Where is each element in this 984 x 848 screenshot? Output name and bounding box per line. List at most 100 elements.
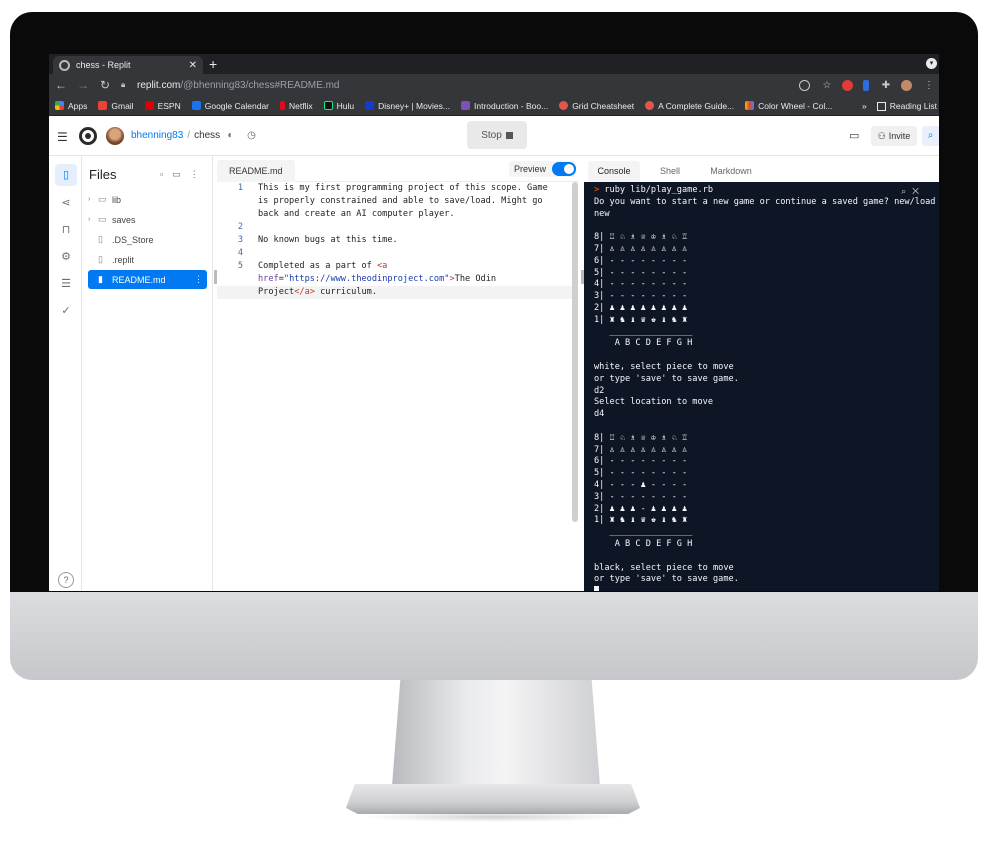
repl-name[interactable]: chess (194, 130, 220, 141)
checkmark-icon[interactable]: ✓ (55, 300, 77, 322)
more-bookmarks-button[interactable]: » (862, 101, 867, 111)
bookmark-google-calendar[interactable]: Google Calendar (191, 100, 269, 111)
tree-file-replit[interactable]: ▯ .replit (88, 250, 207, 269)
browser-tab[interactable]: chess - Replit ✕ (53, 56, 203, 74)
language-icon[interactable]: ◐ (224, 129, 237, 142)
browser-tab-strip: chess - Replit ✕ + ▾ (49, 54, 939, 74)
editor-scrollbar[interactable] (572, 182, 578, 522)
bookmark-hulu[interactable]: Hulu (323, 100, 355, 111)
code-line: 5 Completed as a part of <a (217, 260, 572, 273)
history-icon[interactable]: ◷ (245, 129, 258, 142)
extension-red-icon[interactable] (842, 79, 853, 91)
console-tab-bar: Console Shell Markdown (584, 156, 939, 182)
code-line-active: Project</a> curriculum. (217, 286, 572, 299)
espn-icon (144, 101, 154, 110)
tree-item-label: README.md (112, 274, 166, 285)
new-folder-icon[interactable]: ▭ (172, 169, 190, 179)
preview-toggle[interactable] (552, 162, 577, 176)
bookmark-disney[interactable]: Disney+ | Movies... (365, 101, 450, 111)
code-text: is properly constrained and able to save… (258, 196, 543, 206)
browser-menu-icon[interactable]: ⋮ (919, 80, 939, 91)
extensions-puzzle-icon[interactable]: ✚ (876, 80, 896, 91)
files-icon[interactable]: ▯ (55, 164, 77, 186)
bookmark-label: A Complete Guide... (658, 100, 735, 111)
preview-toggle-group: Preview (509, 161, 577, 177)
code-line: 2 (217, 221, 572, 234)
reload-icon[interactable]: ↻ (95, 78, 115, 92)
bookmark-label: ESPN (157, 100, 181, 111)
console-command: ruby lib/play_game.rb (599, 185, 714, 195)
tree-folder-lib[interactable]: › ▭ lib (88, 190, 207, 209)
bookmark-grid-cheatsheet[interactable]: Grid Cheatsheet (559, 101, 634, 111)
version-control-icon[interactable]: ⋖ (55, 192, 77, 214)
tree-item-label: lib (112, 194, 122, 205)
tree-folder-saves[interactable]: › ▭ saves (88, 210, 207, 229)
left-resize-handle[interactable] (214, 270, 217, 284)
bootstrap-icon (461, 101, 470, 110)
code-text: No known bugs at this time. (258, 235, 398, 245)
disney-icon (365, 101, 375, 110)
tab-markdown[interactable]: Markdown (700, 161, 762, 182)
install-icon[interactable] (799, 79, 810, 91)
code-attr: href (258, 274, 279, 284)
code-area[interactable]: 1 This is my first programming project of… (217, 182, 572, 299)
extension-blue-icon[interactable] (863, 79, 869, 91)
bookmark-gmail[interactable]: Gmail (98, 101, 134, 111)
code-line: 1 This is my first programming project of… (217, 182, 572, 195)
user-avatar[interactable] (106, 127, 124, 145)
bookmark-color-wheel[interactable]: Color Wheel - Col... (745, 101, 832, 111)
sidebar-rail: ▯ ⋖ ⊓ ⚙ ☰ ✓ ? (49, 156, 82, 591)
bookmark-complete-guide[interactable]: A Complete Guide... (645, 101, 734, 111)
files-panel: Files ▫▭⋮ › ▭ lib › ▭ saves ▯ .DS_Store ▯ .rep… (82, 156, 213, 591)
tree-file-readme[interactable]: ▮ README.md ⋮ (88, 270, 207, 289)
tab-search-icon[interactable]: ▾ (926, 58, 937, 69)
line-number: 2 (237, 222, 243, 232)
tree-file-ds-store[interactable]: ▯ .DS_Store (88, 230, 207, 249)
file-icon: ▯ (98, 234, 103, 244)
editor-tab-bar: README.md Preview (217, 156, 579, 182)
console-output[interactable]: > ruby lib/play_game.rb Do you want to s… (594, 185, 936, 591)
settings-gear-icon[interactable]: ⚙ (55, 246, 77, 268)
profile-avatar-icon[interactable] (901, 79, 912, 91)
address-bar[interactable]: 🔒︎ replit.com/@bhenning83/chess#README.m… (121, 76, 794, 94)
line-number: 4 (237, 248, 243, 258)
close-tab-icon[interactable]: ✕ (189, 60, 197, 71)
chat-icon[interactable]: ▭ (849, 129, 859, 142)
console-output-text: Do you want to start a new game or conti… (594, 196, 936, 585)
replit-header: ☰ bhenning83 /chess ◐ ◷ Stop ▭ ⚇ Invite ⌕ (49, 116, 939, 156)
bookmark-apps[interactable]: Apps (55, 101, 87, 111)
menu-icon[interactable]: ☰ (57, 130, 68, 144)
bookmark-label: Google Calendar (204, 100, 269, 111)
tree-item-label: saves (112, 214, 136, 225)
replit-logo-icon[interactable] (79, 127, 97, 145)
bookmark-bootstrap[interactable]: Introduction - Boo... (461, 101, 548, 111)
code-text: Completed as a part of <a (258, 260, 387, 273)
stop-button[interactable]: Stop (467, 121, 527, 149)
back-icon[interactable]: ← (51, 78, 71, 92)
bookmark-netflix[interactable]: Netflix (280, 101, 313, 111)
file-menu-icon[interactable]: ⋮ (194, 274, 203, 285)
username-link[interactable]: bhenning83 (131, 130, 183, 141)
bookmark-label: Disney+ | Movies... (378, 100, 450, 111)
code-line: 3 No known bugs at this time. (217, 234, 572, 247)
bookmark-label: Hulu (336, 100, 355, 111)
tab-shell[interactable]: Shell (648, 161, 692, 182)
invite-button[interactable]: ⚇ Invite (871, 126, 917, 146)
forward-icon[interactable]: → (73, 78, 93, 92)
editor-tab-readme[interactable]: README.md (217, 160, 295, 182)
file-icon: ▯ (98, 254, 103, 264)
code-line: href="https://www.theodinproject.com">Th… (217, 273, 572, 286)
url-path: /@bhenning83/chess#README.md (180, 79, 340, 91)
help-icon[interactable]: ? (58, 572, 74, 588)
bookmark-star-icon[interactable]: ☆ (817, 80, 837, 91)
monitor-chin (10, 592, 978, 680)
database-icon[interactable]: ☰ (55, 273, 77, 295)
new-file-icon[interactable]: ▫ (160, 169, 172, 179)
search-icon[interactable]: ⌕ (922, 126, 939, 146)
tab-console[interactable]: Console (588, 161, 640, 182)
reading-list-button[interactable]: Reading List (890, 101, 937, 111)
lock-icon[interactable]: ⊓ (55, 219, 77, 241)
files-menu-icon[interactable]: ⋮ (190, 169, 208, 179)
new-tab-button[interactable]: + (209, 56, 217, 72)
bookmark-espn[interactable]: ESPN (144, 100, 181, 111)
